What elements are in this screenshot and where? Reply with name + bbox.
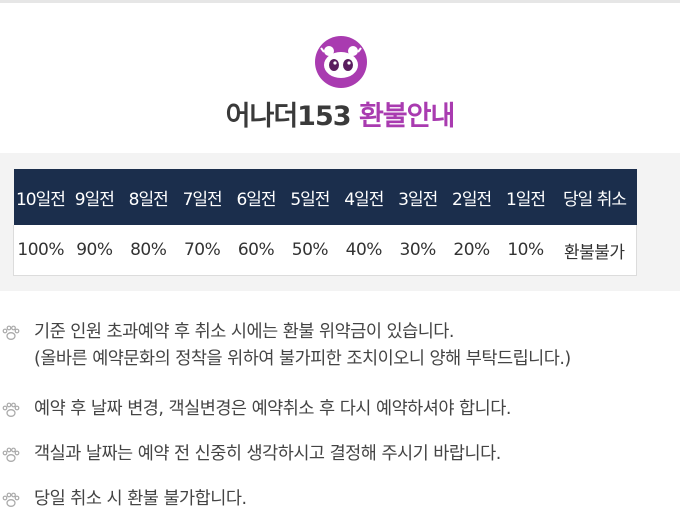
notice-text: 당일 취소 시 환불 불가합니다.: [34, 489, 247, 509]
paw-icon: [2, 492, 20, 507]
header-cell: 4일전: [336, 169, 391, 225]
header-cell: 9일전: [67, 169, 122, 225]
value-cell: 40%: [336, 225, 391, 276]
notice-text: (올바른 예약문화의 정착을 위하여 불가피한 조치이오니 양해 부탁드립니다.…: [34, 349, 571, 369]
brand-name: 어나더153: [225, 101, 352, 132]
header-cell: 10일전: [13, 169, 68, 225]
refund-table: 10일전 9일전 8일전 7일전 6일전 5일전 4일전 3일전 2일전 1일전…: [13, 169, 637, 276]
notice-text: 예약 후 날짜 변경, 객실변경은 예약취소 후 다시 예약하셔야 합니다.: [34, 399, 511, 419]
refund-table-row: 100% 90% 80% 70% 60% 50% 40% 30% 20% 10%…: [13, 225, 637, 276]
refund-table-area: 10일전 9일전 8일전 7일전 6일전 5일전 4일전 3일전 2일전 1일전…: [0, 153, 680, 291]
header-cell: 2일전: [444, 169, 499, 225]
value-cell: 30%: [390, 225, 445, 276]
panda-face-icon: [315, 36, 367, 88]
header-cell: 3일전: [390, 169, 445, 225]
paw-icon: [2, 402, 20, 417]
paw-icon: [2, 325, 20, 340]
list-item: 객실과 날짜는 예약 전 신중히 생각하시고 결정해 주시기 바랍니다.: [0, 441, 680, 468]
value-cell: 10%: [498, 225, 553, 276]
value-cell: 환불불가: [552, 225, 637, 276]
header-cell: 8일전: [121, 169, 176, 225]
refund-table-header-row: 10일전 9일전 8일전 7일전 6일전 5일전 4일전 3일전 2일전 1일전…: [13, 169, 637, 225]
section-title: 환불안내: [358, 101, 455, 132]
list-item: 당일 취소 시 환불 불가합니다.: [0, 486, 680, 513]
page-title: 어나더153 환불안내: [0, 94, 680, 133]
value-cell: 20%: [444, 225, 499, 276]
value-cell: 90%: [67, 225, 122, 276]
header-cell: 7일전: [175, 169, 230, 225]
value-cell: 70%: [175, 225, 230, 276]
value-cell: 80%: [121, 225, 176, 276]
header-cell: 6일전: [229, 169, 283, 225]
page-header: 어나더153 환불안내: [0, 3, 680, 153]
value-cell: 60%: [229, 225, 283, 276]
header-cell: 1일전: [498, 169, 553, 225]
header-cell: 5일전: [282, 169, 337, 225]
list-item: 기준 인원 초과예약 후 취소 시에는 환불 위약금이 있습니다. (올바른 예…: [0, 319, 680, 373]
notice-text: 기준 인원 초과예약 후 취소 시에는 환불 위약금이 있습니다.: [34, 322, 454, 342]
value-cell: 100%: [13, 225, 68, 276]
header-cell: 당일 취소: [552, 169, 637, 225]
notice-text: 객실과 날짜는 예약 전 신중히 생각하시고 결정해 주시기 바랍니다.: [34, 444, 501, 464]
notice-list: 기준 인원 초과예약 후 취소 시에는 환불 위약금이 있습니다. (올바른 예…: [0, 318, 680, 513]
paw-icon: [2, 447, 20, 462]
list-item: 예약 후 날짜 변경, 객실변경은 예약취소 후 다시 예약하셔야 합니다.: [0, 396, 680, 423]
value-cell: 50%: [282, 225, 337, 276]
